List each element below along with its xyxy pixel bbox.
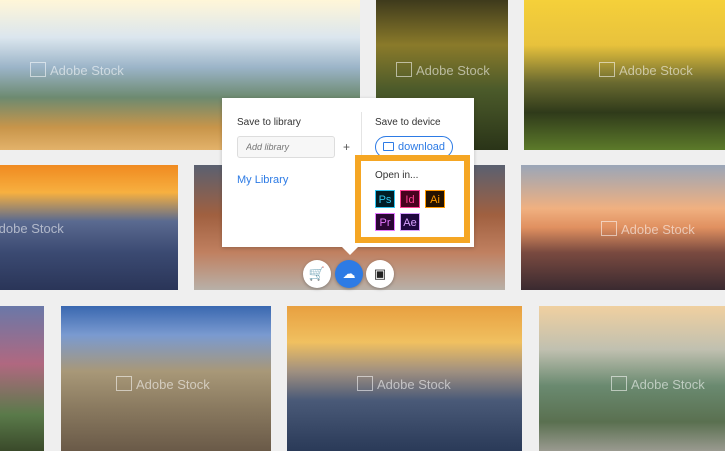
save-to-device-label: Save to device <box>375 117 441 128</box>
photoshop-icon[interactable]: Ps <box>375 190 395 208</box>
add-library-input[interactable] <box>237 136 335 158</box>
stock-image-golden-valley[interactable]: Adobe Stock <box>524 0 725 150</box>
illustrator-icon[interactable]: Ai <box>425 190 445 208</box>
open-in-label: Open in... <box>375 170 419 181</box>
watermark: Adobe Stock <box>30 62 124 78</box>
watermark: Adobe Stock <box>396 62 490 78</box>
download-label: download <box>397 141 446 153</box>
my-library-link[interactable]: My Library <box>237 174 288 186</box>
save-to-library-label: Save to library <box>237 117 301 128</box>
stock-image-snowy-peaks[interactable]: Adobe Stock <box>521 165 725 290</box>
watermark: Adobe Stock <box>611 376 705 392</box>
add-to-cart-button[interactable]: 🛒 <box>303 260 331 288</box>
compare-button[interactable]: ▣ <box>366 260 394 288</box>
cloud-upload-icon: ☁ <box>342 266 356 281</box>
watermark: Adobe Stock <box>599 62 693 78</box>
compare-icon: ▣ <box>373 266 387 281</box>
stock-image-sunset-layers[interactable]: Adobe Stock <box>287 306 522 451</box>
indesign-icon[interactable]: Id <box>400 190 420 208</box>
watermark: Adobe Stock <box>116 376 210 392</box>
stock-image-meditation[interactable]: Adobe Stock <box>539 306 725 451</box>
cart-icon: 🛒 <box>308 266 326 281</box>
open-in-panel: Open in... Ps Id Ai Pr Ae <box>355 155 470 243</box>
add-library-plus-button[interactable]: + <box>343 140 350 154</box>
watermark: Adobe Stock <box>357 376 451 392</box>
after-effects-icon[interactable]: Ae <box>400 213 420 231</box>
watermark: Adobe Stock <box>0 221 64 236</box>
monitor-icon <box>382 142 394 151</box>
watermark: Adobe Stock <box>601 221 695 237</box>
stock-image-rocky-mountain[interactable]: Adobe Stock <box>61 306 271 451</box>
premiere-icon[interactable]: Pr <box>375 213 395 231</box>
stock-image-orange-ridges[interactable]: Adobe Stock <box>0 165 178 290</box>
save-to-cloud-button[interactable]: ☁ <box>335 260 363 288</box>
stock-image-coast[interactable] <box>0 306 44 451</box>
